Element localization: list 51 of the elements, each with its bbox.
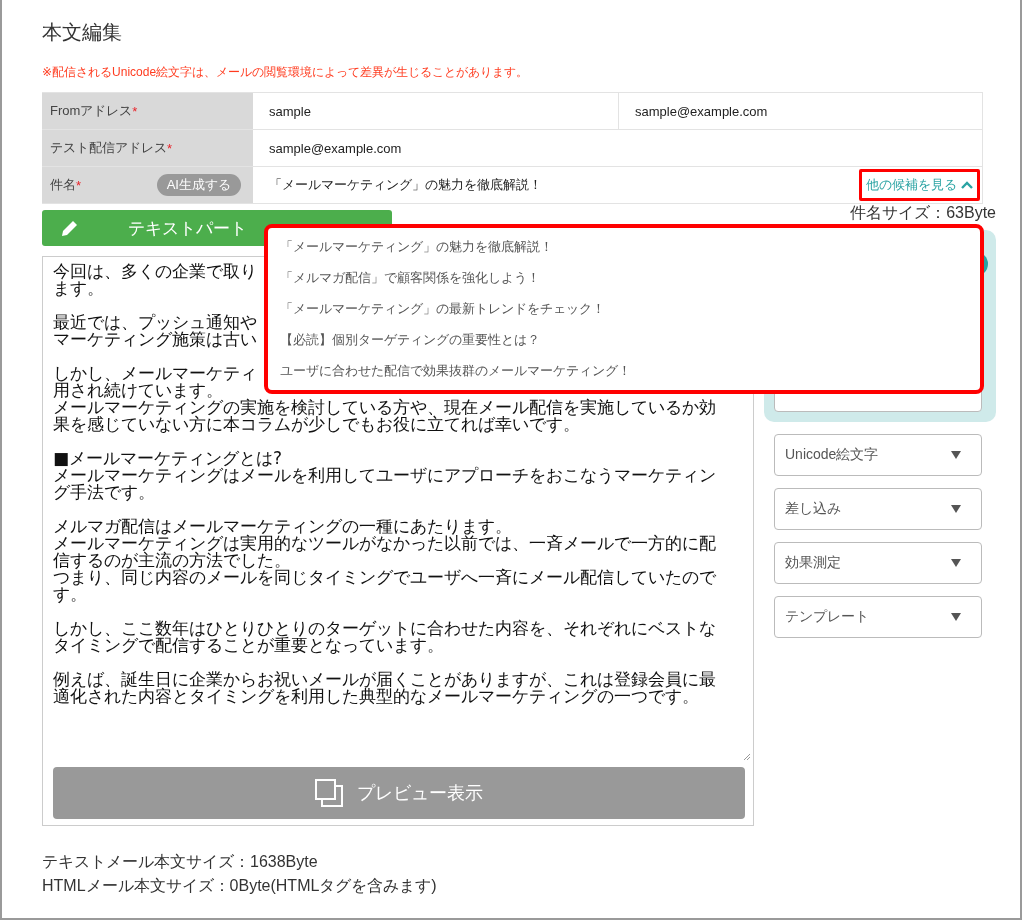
body-text-line: しかし、ここ数年はひとりひとりのターゲットに合わせた内容を、それぞれにベストな [53,620,716,637]
suggestion-item[interactable]: 【必読】個別ターゲティングの重要性とは？ [280,327,540,353]
table-cell: sample@example.com [619,93,983,129]
size-text: テキストメール本文サイズ：1638Byte [42,852,319,872]
body-text-line: 今回は、多くの企業で取り [53,263,257,280]
required-mark: * [76,177,82,193]
body-text-line: メールマーケティングの実施を検討している方や、現在メール配信を実施しているか効 [53,399,716,416]
body-text-line: 果を感じていない方に本コラムが少しでもお役に立てれば幸いです。 [53,416,580,433]
size-text: HTMLメール本文サイズ：0Byte(HTMLタグを含みます) [42,876,438,896]
body-text-line: ます。 [53,280,104,297]
body-text-line: 例えば、誕生日に企業からお祝いメールが届くことがありますが、これは登録会員に最 [53,671,716,688]
body-text-line: メールマーケティングは実用的なツールがなかった以前では、一斉メールで一方的に配 [53,535,716,552]
insert-dropdown[interactable]: Unicode絵文字 [774,434,982,476]
subject-value: 「メールマーケティング」の魅力を徹底解説！ [269,176,542,194]
body-text-line: タイミングで配信することが重要となっています。 [53,637,444,654]
body-text-line: しかし、メールマーケティ [53,365,257,382]
field-label: テスト配信アドレス [50,139,167,157]
chevron-icon [961,181,973,189]
field-label: Fromアドレス [50,102,133,120]
body-text-line: マーケティング施策は古い [53,331,257,348]
body-text-line: メールマーケティングはメールを利用してユーザにアプローチをおこなうマーケティン [53,467,716,484]
body-text-line: 最近では、プッシュ通知や [53,314,257,331]
required-mark: * [132,103,138,119]
subject-size-text: 件名サイズ：63Byte [849,204,996,222]
suggestion-item[interactable]: 「メルマガ配信」で顧客関係を強化しよう！ [280,265,540,291]
body-text-line: す。 [53,586,87,603]
pencil-icon [60,218,80,238]
body-text-line: グ手法です。 [53,484,155,501]
caret-icon [951,613,961,621]
body-text-line: メルマガ配信はメールマーケティングの一種にあたります。 [53,518,512,535]
insert-dropdown[interactable]: 効果測定 [774,542,982,584]
table-cell: sample [253,93,619,129]
windows-icon [315,779,343,807]
resize-grip-icon [743,753,751,761]
required-mark: * [167,140,173,156]
suggestion-item[interactable]: 「メールマーケティング」の最新トレンドをチェック！ [280,296,605,322]
caret-icon [951,451,961,459]
body-text-line: 信するのが主流の方法でした。 [53,552,291,569]
suggestion-item[interactable]: ユーザに合わせた配信で効果抜群のメールマーケティング！ [280,358,631,384]
caret-icon [951,559,961,567]
caret-icon [951,505,961,513]
body-text-line: 用され続けています。 [53,382,223,399]
field-label: 件名 [50,176,76,194]
notice-text: ※配信されるUnicode絵文字は、メールの閲覧環境によって差異が生じることがあります。 [42,64,530,80]
body-text-line: つまり、同じ内容のメールを同じタイミングでユーザへ一斉にメール配信していたので [53,569,716,586]
insert-dropdown[interactable]: 差し込み [774,488,982,530]
insert-dropdown[interactable]: テンプレート [774,596,982,638]
body-text-line: ■メールマーケティングとは? [53,450,283,467]
body-text-line: 適化された内容とタイミングを利用した典型的なメールマーケティングの一つです。 [53,688,699,705]
page-title: 本文編集 [42,20,123,45]
table-cell: sample@example.com [253,130,983,166]
